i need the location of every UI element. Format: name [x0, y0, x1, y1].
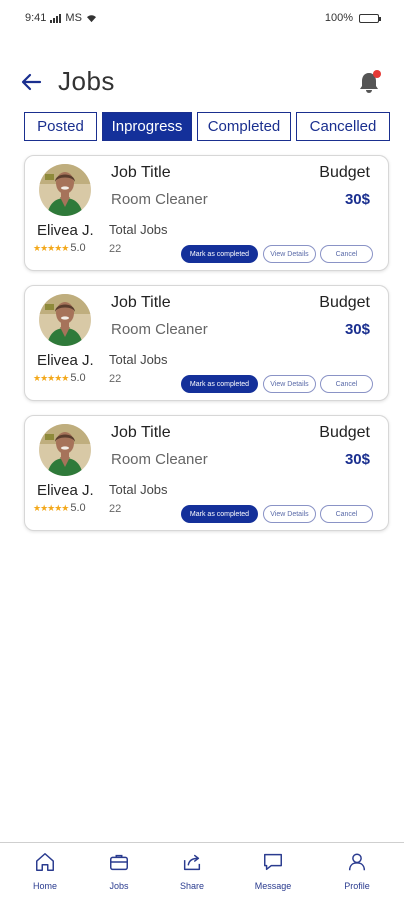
nav-share-label: Share — [179, 881, 205, 891]
nav-home-label: Home — [32, 881, 57, 891]
notification-dot — [373, 70, 381, 78]
briefcase-icon — [110, 854, 128, 871]
battery-percent: 100% — [324, 12, 353, 24]
total-jobs-value: 22 — [109, 243, 122, 255]
nav-share[interactable]: Share — [162, 851, 222, 897]
wifi-icon — [86, 14, 96, 22]
status-bar: 9:41 MS 100% — [0, 0, 404, 36]
avatar — [39, 424, 91, 476]
share-icon — [183, 854, 201, 871]
star-rating-icon: ★★★★★ — [33, 372, 69, 383]
job-card[interactable]: Elivea J. ★★★★★ 5.0 Job Title Room Clean… — [24, 415, 389, 531]
job-title-label: Job Title — [111, 164, 171, 181]
budget-label: Budget — [319, 424, 370, 441]
budget-value: 30$ — [344, 451, 370, 468]
page-title: Jobs — [58, 66, 115, 96]
rating: ★★★★★ 5.0 — [33, 242, 86, 254]
cancel-button[interactable]: Cancel — [320, 245, 373, 263]
job-title-label: Job Title — [111, 424, 171, 441]
job-card[interactable]: Elivea J. ★★★★★ 5.0 Job Title Room Clean… — [24, 155, 389, 271]
status-time: 9:41 — [25, 12, 47, 24]
job-title-value: Room Cleaner — [111, 321, 208, 338]
worker-name: Elivea J. — [37, 352, 94, 369]
rating-value: 5.0 — [70, 502, 86, 514]
mark-completed-button[interactable]: Mark as completed — [181, 245, 258, 263]
mark-completed-button[interactable]: Mark as completed — [181, 375, 258, 393]
status-left: 9:41 MS — [25, 12, 97, 24]
star-rating-icon: ★★★★★ — [33, 502, 69, 513]
view-details-button[interactable]: View Details — [263, 245, 316, 263]
tab-inprogress[interactable]: Inprogress — [102, 112, 192, 141]
worker-name: Elivea J. — [37, 482, 94, 499]
nav-jobs[interactable]: Jobs — [89, 851, 149, 897]
carrier-name: MS — [65, 12, 82, 24]
budget-label: Budget — [319, 294, 370, 311]
worker-name: Elivea J. — [37, 222, 94, 239]
nav-message-label: Message — [254, 881, 292, 891]
tab-posted[interactable]: Posted — [24, 112, 97, 141]
total-jobs-label: Total Jobs — [109, 222, 168, 237]
nav-message[interactable]: Message — [243, 851, 303, 897]
nav-jobs-label: Jobs — [109, 881, 129, 891]
avatar — [39, 294, 91, 346]
status-right: 100% — [324, 12, 381, 24]
star-rating-icon: ★★★★★ — [33, 242, 69, 253]
job-card[interactable]: Elivea J. ★★★★★ 5.0 Job Title Room Clean… — [24, 285, 389, 401]
total-jobs-value: 22 — [109, 503, 122, 515]
notification-button[interactable] — [356, 68, 384, 96]
view-details-button[interactable]: View Details — [263, 375, 316, 393]
header: Jobs — [0, 60, 404, 106]
avatar — [39, 164, 91, 216]
rating: ★★★★★ 5.0 — [33, 502, 86, 514]
budget-value: 30$ — [344, 321, 370, 338]
chat-icon — [264, 853, 282, 871]
back-button[interactable] — [20, 70, 44, 94]
job-title-value: Room Cleaner — [111, 191, 208, 208]
tab-completed[interactable]: Completed — [197, 112, 291, 141]
bottom-nav: Home Jobs Share Message Profile — [0, 842, 404, 900]
budget-label: Budget — [319, 164, 370, 181]
home-icon — [36, 853, 54, 871]
back-arrow-icon — [21, 73, 42, 91]
total-jobs-label: Total Jobs — [109, 482, 168, 497]
status-tabs: Posted Inprogress Completed Cancelled — [24, 112, 390, 142]
job-title-value: Room Cleaner — [111, 451, 208, 468]
nav-profile-label: Profile — [344, 881, 370, 891]
nav-profile[interactable]: Profile — [327, 851, 387, 897]
cancel-button[interactable]: Cancel — [320, 505, 373, 523]
total-jobs-label: Total Jobs — [109, 352, 168, 367]
battery-icon — [359, 13, 381, 23]
rating-value: 5.0 — [70, 372, 86, 384]
person-icon — [348, 853, 366, 871]
total-jobs-value: 22 — [109, 373, 122, 385]
tab-cancelled[interactable]: Cancelled — [296, 112, 390, 141]
cancel-button[interactable]: Cancel — [320, 375, 373, 393]
nav-home[interactable]: Home — [15, 851, 75, 897]
mark-completed-button[interactable]: Mark as completed — [181, 505, 258, 523]
view-details-button[interactable]: View Details — [263, 505, 316, 523]
signal-icon — [50, 13, 62, 23]
bell-icon — [360, 70, 381, 93]
rating: ★★★★★ 5.0 — [33, 372, 86, 384]
budget-value: 30$ — [344, 191, 370, 208]
rating-value: 5.0 — [70, 242, 86, 254]
job-title-label: Job Title — [111, 294, 171, 311]
